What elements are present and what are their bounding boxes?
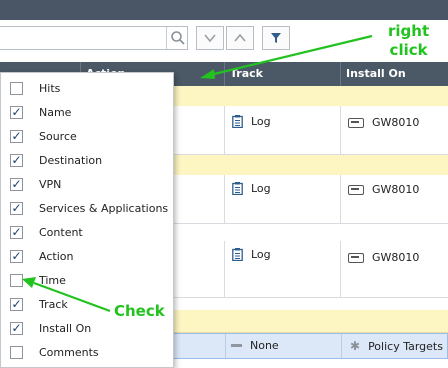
menu-item-vpn[interactable]: ✓ VPN (1, 173, 173, 197)
gateway-icon (348, 252, 364, 263)
chevron-down-icon (204, 34, 216, 43)
menu-item-hits[interactable]: Hits (1, 77, 173, 101)
track-cell[interactable]: Log (232, 115, 271, 128)
track-value: Log (251, 248, 271, 261)
column-divider (224, 175, 225, 223)
track-value: None (250, 339, 279, 352)
checkbox-source[interactable]: ✓ (10, 130, 23, 143)
menu-item-action[interactable]: ✓ Action (1, 245, 173, 269)
track-value: Log (251, 115, 271, 128)
install-on-cell[interactable]: GW8010 (348, 116, 419, 129)
track-cell[interactable]: Log (232, 248, 271, 261)
install-on-value: GW8010 (372, 183, 420, 196)
filter-button[interactable] (262, 26, 290, 50)
checkbox-destination[interactable]: ✓ (10, 154, 23, 167)
right-click-annotation: right click (388, 22, 430, 59)
filter-icon (271, 33, 281, 43)
checkbox-services-applications[interactable]: ✓ (10, 202, 23, 215)
log-icon (232, 248, 243, 261)
checkbox-time[interactable] (10, 274, 23, 287)
checkbox-content[interactable]: ✓ (10, 226, 23, 239)
menu-item-time[interactable]: Time (1, 269, 173, 293)
column-divider (340, 175, 341, 223)
column-context-menu[interactable]: Hits ✓ Name ✓ Source ✓ Destination ✓ VPN… (0, 72, 174, 368)
column-header-install-on[interactable]: Install On (346, 62, 406, 86)
chevron-up-icon (234, 33, 246, 42)
track-cell[interactable]: Log (232, 182, 271, 195)
gateway-icon (348, 184, 364, 195)
install-on-cell[interactable]: GW8010 (348, 251, 419, 264)
column-divider (340, 106, 341, 154)
column-divider (224, 106, 225, 154)
checkbox-comments[interactable] (10, 346, 23, 359)
none-icon (231, 344, 242, 347)
install-on-cell[interactable]: GW8010 (348, 183, 419, 196)
checkbox-track[interactable]: ✓ (10, 298, 23, 311)
search-input[interactable] (0, 26, 188, 50)
menu-item-name[interactable]: ✓ Name (1, 101, 173, 125)
log-icon (232, 182, 243, 195)
checkbox-install-on[interactable]: ✓ (10, 322, 23, 335)
column-separator (224, 62, 225, 86)
track-value: Log (251, 182, 271, 195)
column-divider (341, 334, 342, 358)
checkbox-name[interactable]: ✓ (10, 106, 23, 119)
menu-item-install-on[interactable]: ✓ Install On (1, 317, 173, 341)
checkbox-hits[interactable] (10, 82, 23, 95)
menu-item-services-applications[interactable]: ✓ Services & Applications (1, 197, 173, 221)
menu-item-source[interactable]: ✓ Source (1, 125, 173, 149)
install-on-value: GW8010 (372, 251, 420, 264)
install-on-cell[interactable]: ✱ Policy Targets (350, 339, 443, 353)
search-icon[interactable] (166, 27, 189, 49)
column-divider (340, 241, 341, 297)
column-header-track[interactable]: Track (230, 62, 263, 86)
next-button[interactable] (196, 26, 224, 50)
install-on-value: Policy Targets (368, 339, 443, 353)
column-divider (224, 241, 225, 297)
menu-item-content[interactable]: ✓ Content (1, 221, 173, 245)
top-bar (0, 0, 448, 20)
menu-item-comments[interactable]: Comments (1, 341, 173, 365)
log-icon (232, 115, 243, 128)
track-cell[interactable]: None (231, 339, 279, 352)
column-separator (340, 62, 341, 86)
column-divider (225, 334, 226, 358)
checkbox-action[interactable]: ✓ (10, 250, 23, 263)
menu-item-destination[interactable]: ✓ Destination (1, 149, 173, 173)
previous-button[interactable] (226, 26, 254, 50)
install-on-value: GW8010 (372, 116, 420, 129)
gateway-icon (348, 117, 364, 128)
checkbox-vpn[interactable]: ✓ (10, 178, 23, 191)
check-annotation: Check (114, 302, 165, 320)
asterisk-icon: ✱ (350, 339, 361, 353)
